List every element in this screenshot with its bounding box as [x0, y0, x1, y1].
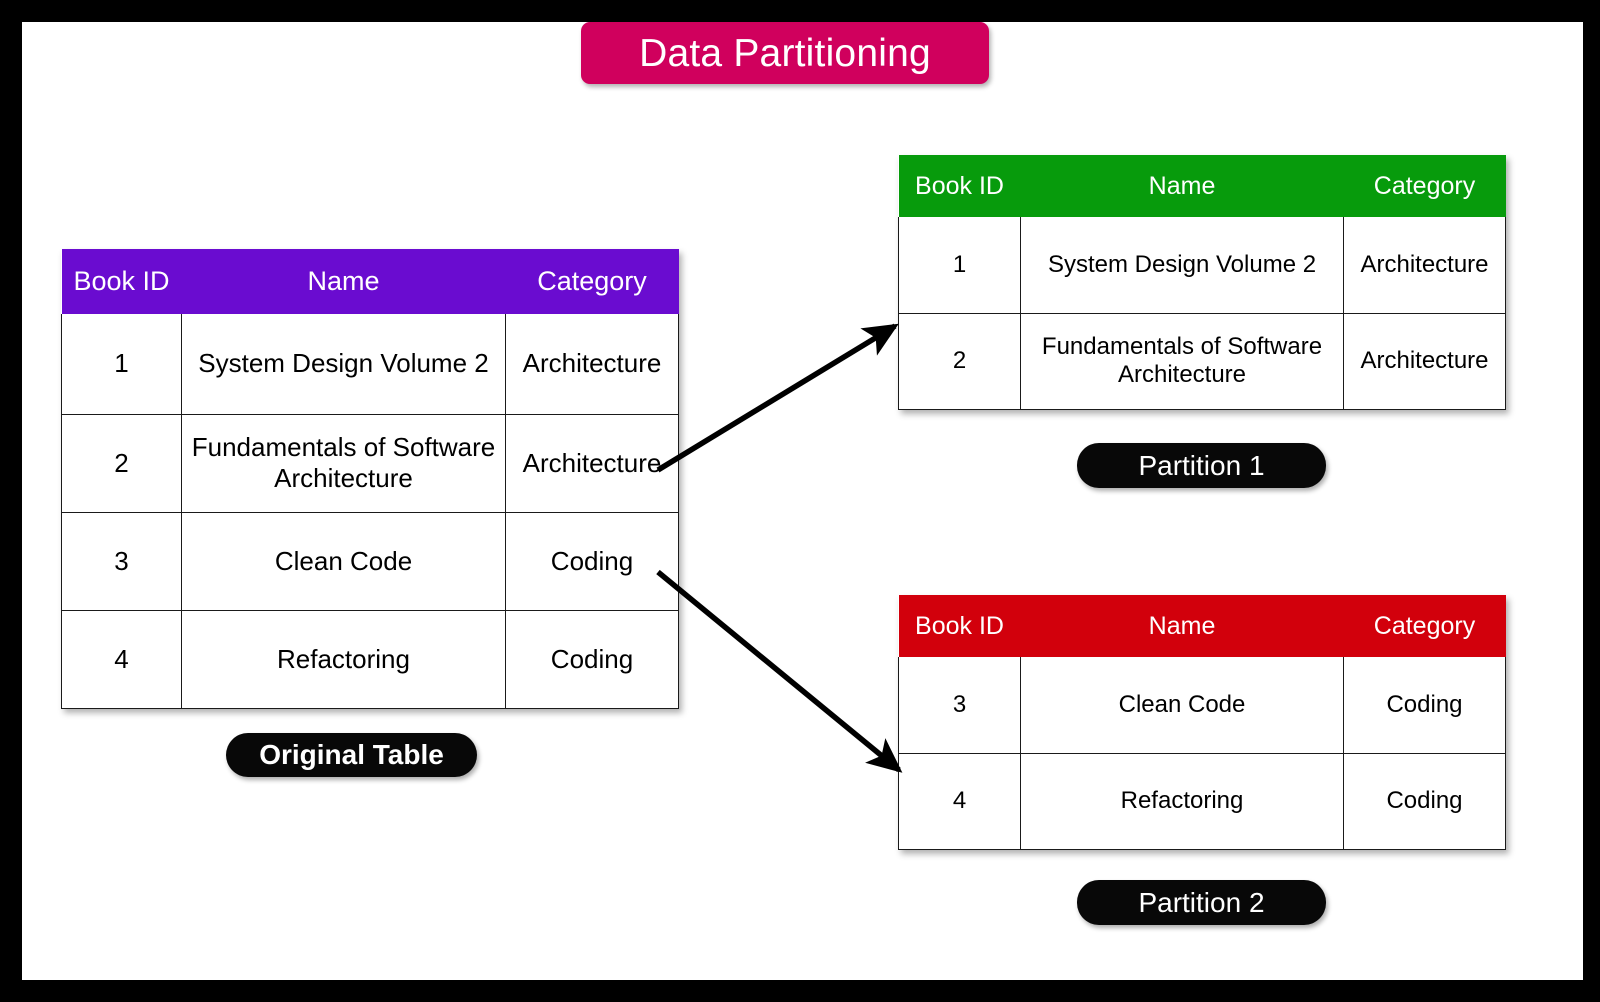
table-row: 3 Clean Code Coding [898, 657, 1506, 754]
cell-book-id: 3 [898, 657, 1021, 754]
table-row: 3 Clean Code Coding [61, 511, 679, 611]
column-header-name: Name [181, 249, 506, 314]
table-header-row: Book ID Name Category [898, 595, 1506, 657]
original-table: Book ID Name Category 1 System Design Vo… [61, 249, 679, 709]
title-banner: Data Partitioning [581, 22, 989, 84]
cell-book-id: 2 [61, 413, 182, 513]
cell-book-id: 2 [898, 312, 1021, 410]
cell-name: System Design Volume 2 [181, 314, 506, 415]
cell-category: Coding [505, 511, 679, 611]
column-header-book-id: Book ID [898, 155, 1021, 217]
cell-category: Coding [1343, 752, 1506, 850]
partition2-label-text: Partition 2 [1138, 886, 1265, 918]
column-header-category: Category [1343, 155, 1506, 217]
column-header-category: Category [505, 249, 679, 314]
table-row: 1 System Design Volume 2 Architecture [898, 217, 1506, 314]
cell-name: Refactoring [181, 609, 506, 709]
column-header-name: Name [1020, 595, 1344, 657]
cell-book-id: 4 [898, 752, 1021, 850]
cell-category: Architecture [1343, 312, 1506, 410]
table-row: 4 Refactoring Coding [898, 752, 1506, 850]
page-title: Data Partitioning [639, 31, 931, 75]
cell-book-id: 4 [61, 609, 182, 709]
table-header-row: Book ID Name Category [61, 249, 679, 314]
table-row: 2 Fundamentals of Software Architecture … [61, 413, 679, 513]
table-row: 1 System Design Volume 2 Architecture [61, 314, 679, 415]
cell-name: Clean Code [1020, 657, 1344, 754]
original-table-label: Original Table [226, 733, 477, 777]
cell-book-id: 3 [61, 511, 182, 611]
cell-category: Architecture [1343, 217, 1506, 314]
original-table-label-text: Original Table [259, 739, 444, 770]
cell-name: Fundamentals of Software Architecture [1020, 312, 1344, 410]
cell-category: Coding [505, 609, 679, 709]
partition1-label-text: Partition 1 [1138, 449, 1265, 481]
partition1-label: Partition 1 [1077, 443, 1326, 488]
cell-category: Architecture [505, 413, 679, 513]
partition1-table: Book ID Name Category 1 System Design Vo… [898, 155, 1506, 410]
column-header-name: Name [1020, 155, 1344, 217]
column-header-book-id: Book ID [898, 595, 1021, 657]
partition2-table: Book ID Name Category 3 Clean Code Codin… [898, 595, 1506, 850]
column-header-category: Category [1343, 595, 1506, 657]
table-row: 2 Fundamentals of Software Architecture … [898, 312, 1506, 410]
cell-name: Fundamentals of Software Architecture [181, 413, 506, 513]
cell-book-id: 1 [898, 217, 1021, 314]
cell-name: System Design Volume 2 [1020, 217, 1344, 314]
diagram-page: Data Partitioning Book ID Name Category … [22, 22, 1583, 980]
cell-name: Refactoring [1020, 752, 1344, 850]
table-row: 4 Refactoring Coding [61, 609, 679, 709]
cell-category: Coding [1343, 657, 1506, 754]
diagram-canvas: Data Partitioning Book ID Name Category … [0, 0, 1600, 1002]
cell-book-id: 1 [61, 314, 182, 415]
cell-category: Architecture [505, 314, 679, 415]
arrow-to-partition-2 [656, 569, 903, 773]
column-header-book-id: Book ID [61, 249, 182, 314]
arrow-to-partition-1 [656, 323, 899, 473]
table-header-row: Book ID Name Category [898, 155, 1506, 217]
partition2-label: Partition 2 [1077, 880, 1326, 925]
cell-name: Clean Code [181, 511, 506, 611]
